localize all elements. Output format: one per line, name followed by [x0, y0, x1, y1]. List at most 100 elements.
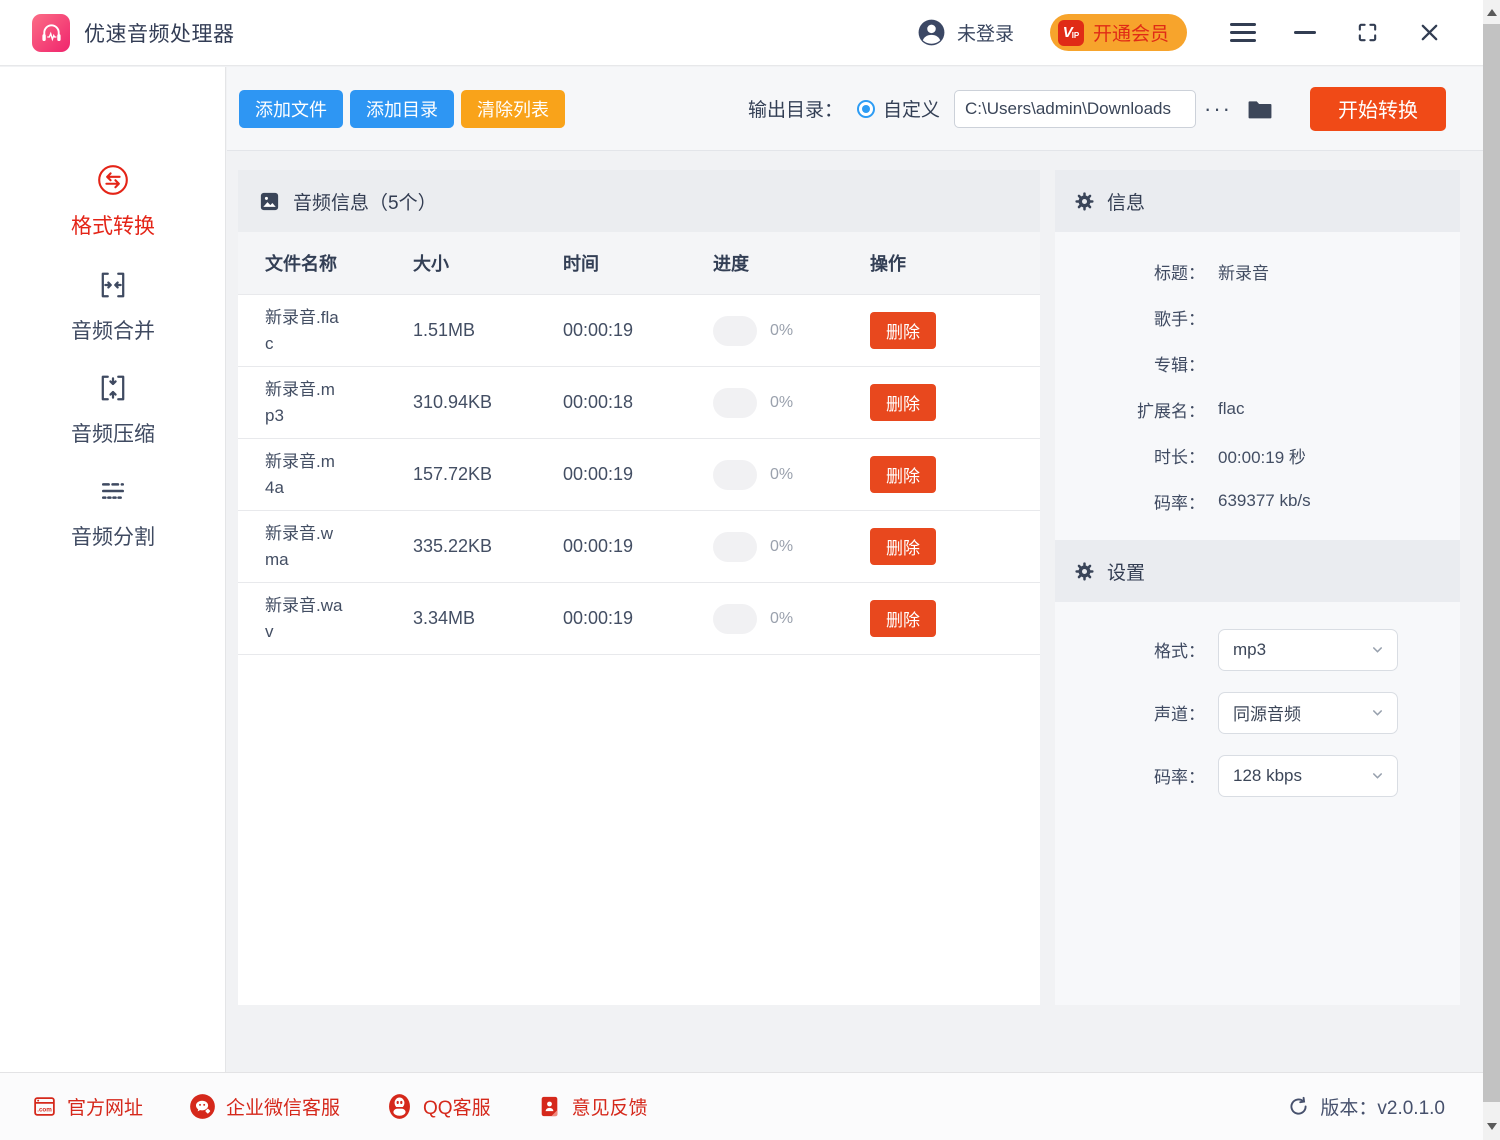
info-panel-title: 信息: [1107, 188, 1145, 215]
channel-select[interactable]: 同源音频: [1218, 692, 1398, 734]
output-dir-label: 输出目录：: [748, 95, 843, 122]
file-rows: 新录音.flac 1.51MB 00:00:19 0% 删除 新录音.mp3 3…: [238, 294, 1040, 655]
info-label: 时长：: [1055, 443, 1205, 468]
scroll-down-icon[interactable]: [1483, 1116, 1500, 1136]
file-size: 1.51MB: [413, 320, 563, 341]
close-icon[interactable]: [1415, 19, 1443, 47]
custom-dir-radio[interactable]: [857, 100, 875, 118]
right-panel: 信息 标题：新录音 歌手： 专辑： 扩展名：flac 时长：00:00:19 秒…: [1055, 170, 1460, 1005]
format-select[interactable]: mp3: [1218, 629, 1398, 671]
col-progress: 进度: [713, 250, 870, 276]
col-filename: 文件名称: [265, 250, 413, 276]
qq-service-link[interactable]: QQ客服: [386, 1093, 491, 1120]
setting-label: 码率：: [1055, 763, 1205, 788]
table-row: 新录音.flac 1.51MB 00:00:19 0% 删除: [238, 295, 1040, 367]
sidebar-item-format-convert[interactable]: 格式转换: [0, 162, 226, 240]
info-panel-header: 信息: [1055, 170, 1460, 232]
table-row: 新录音.mp3 310.94KB 00:00:18 0% 删除: [238, 367, 1040, 439]
progress-percent: 0%: [770, 322, 793, 340]
file-name: 新录音.m4a: [265, 449, 343, 501]
audio-info-icon: [258, 190, 281, 213]
file-list-panel: 音频信息（5个） 文件名称 大小 时间 进度 操作 新录音.flac 1.51M…: [238, 170, 1040, 1005]
file-time: 00:00:19: [563, 320, 713, 341]
login-status[interactable]: 未登录: [957, 19, 1014, 46]
custom-dir-radio-label[interactable]: 自定义: [883, 95, 940, 122]
add-folder-button[interactable]: 添加目录: [350, 90, 454, 128]
info-label: 码率：: [1055, 489, 1205, 514]
website-icon: .com: [32, 1094, 57, 1119]
app-logo: [32, 14, 70, 52]
progress-bar: [713, 460, 757, 490]
info-fields: 标题：新录音 歌手： 专辑： 扩展名：flac 时长：00:00:19 秒 码率…: [1055, 232, 1460, 524]
setting-label: 声道：: [1055, 700, 1205, 725]
setting-label: 格式：: [1055, 637, 1205, 662]
info-label: 标题：: [1055, 259, 1205, 284]
sidebar-item-audio-split[interactable]: 音频分割: [0, 473, 226, 551]
file-name: 新录音.flac: [265, 305, 343, 357]
sidebar-item-audio-compress[interactable]: 音频压缩: [0, 370, 226, 448]
file-size: 3.34MB: [413, 608, 563, 629]
convert-icon: [95, 162, 131, 198]
file-name: 新录音.wav: [265, 593, 343, 645]
wechat-icon: [189, 1093, 216, 1120]
menu-icon[interactable]: [1229, 19, 1257, 47]
bitrate-select[interactable]: 128 kbps: [1218, 755, 1398, 797]
user-avatar-icon[interactable]: [916, 17, 947, 48]
delete-button[interactable]: 删除: [870, 600, 936, 637]
progress-percent: 0%: [770, 466, 793, 484]
info-value: 新录音: [1218, 259, 1269, 284]
main-content: 音频信息（5个） 文件名称 大小 时间 进度 操作 新录音.flac 1.51M…: [227, 151, 1483, 1072]
sidebar-item-audio-merge[interactable]: 音频合并: [0, 267, 226, 345]
col-time: 时间: [563, 250, 713, 276]
file-name: 新录音.mp3: [265, 377, 343, 429]
version-label: 版本：v2.0.1.0: [1320, 1093, 1445, 1120]
vip-button-label: 开通会员: [1093, 19, 1169, 46]
delete-button[interactable]: 删除: [870, 528, 936, 565]
info-label: 歌手：: [1055, 305, 1205, 330]
chevron-down-icon: [1370, 768, 1385, 783]
refresh-icon[interactable]: [1287, 1095, 1310, 1118]
feedback-icon: [537, 1094, 562, 1119]
add-file-button[interactable]: 添加文件: [239, 90, 343, 128]
settings-panel-header: 设置: [1055, 540, 1460, 602]
merge-icon: [95, 267, 131, 303]
gear-icon: [1073, 190, 1096, 213]
scrollbar-thumb[interactable]: [1483, 24, 1500, 1102]
info-label: 专辑：: [1055, 351, 1205, 376]
file-size: 335.22KB: [413, 536, 563, 557]
progress-percent: 0%: [770, 610, 793, 628]
feedback-link[interactable]: 意见反馈: [537, 1093, 648, 1120]
col-size: 大小: [413, 250, 563, 276]
info-value: 639377 kb/s: [1218, 491, 1311, 511]
open-folder-icon[interactable]: [1246, 95, 1274, 123]
progress-bar: [713, 604, 757, 634]
version-info: 版本：v2.0.1.0: [1287, 1093, 1445, 1120]
compress-icon: [95, 370, 131, 406]
file-time: 00:00:18: [563, 392, 713, 413]
scroll-up-icon[interactable]: [1483, 2, 1500, 22]
sidebar: 格式转换 音频合并 音频压缩 音频分割: [0, 67, 226, 1072]
vip-icon: VIP: [1058, 20, 1084, 46]
minimize-icon[interactable]: [1291, 19, 1319, 47]
clear-list-button[interactable]: 清除列表: [461, 90, 565, 128]
output-path-input[interactable]: [954, 90, 1196, 128]
delete-button[interactable]: 删除: [870, 456, 936, 493]
maximize-icon[interactable]: [1353, 19, 1381, 47]
scrollbar[interactable]: [1483, 0, 1500, 1140]
delete-button[interactable]: 删除: [870, 312, 936, 349]
open-vip-button[interactable]: VIP 开通会员: [1050, 14, 1187, 51]
app-title: 优速音频处理器: [84, 18, 235, 48]
title-bar: 优速音频处理器 未登录 VIP 开通会员: [0, 0, 1483, 66]
delete-button[interactable]: 删除: [870, 384, 936, 421]
start-convert-button[interactable]: 开始转换: [1310, 87, 1446, 131]
qq-icon: [386, 1093, 413, 1120]
progress-bar: [713, 316, 757, 346]
official-website-link[interactable]: .com 官方网址: [32, 1093, 143, 1120]
file-panel-header: 音频信息（5个）: [238, 170, 1040, 232]
svg-text:.com: .com: [37, 1106, 52, 1113]
file-size: 310.94KB: [413, 392, 563, 413]
info-value: 00:00:19 秒: [1218, 443, 1306, 468]
file-time: 00:00:19: [563, 608, 713, 629]
more-options-button[interactable]: ···: [1204, 104, 1232, 114]
wechat-service-link[interactable]: 企业微信客服: [189, 1093, 340, 1120]
